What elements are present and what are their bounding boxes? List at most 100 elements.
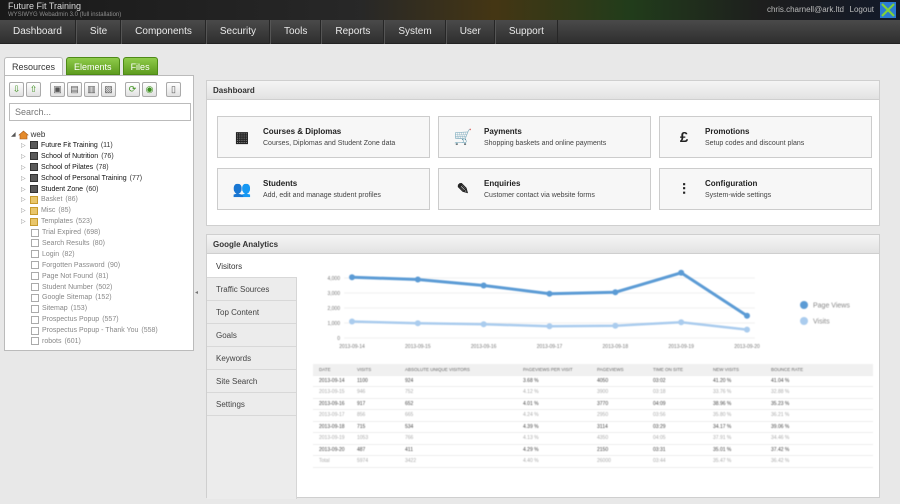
tree-item[interactable]: ▷ School of Pilates (78) xyxy=(21,162,191,173)
pound-icon: £ xyxy=(679,129,689,146)
dashboard-card-payments[interactable]: 🛒 Payments Shopping baskets and online pay… xyxy=(438,116,651,158)
analytics-nav-visitors[interactable]: Visitors xyxy=(207,255,297,278)
logout-link[interactable]: Logout xyxy=(850,5,874,14)
tree-item-label: Prospectus Popup xyxy=(42,316,100,324)
tree-item[interactable]: ▷ Future Fit Training (11) xyxy=(21,140,191,151)
table-header-cell: PAGEVIEWS xyxy=(597,367,624,372)
nav-support[interactable]: Support xyxy=(494,20,558,44)
table-header-cell: PAGEVIEWS PER VISIT xyxy=(523,367,573,372)
preview-icon[interactable]: ◉ xyxy=(142,82,157,97)
analytics-nav-traffic-sources[interactable]: Traffic Sources xyxy=(207,278,296,301)
tree-item-label: Login xyxy=(42,250,60,258)
table-cell: 4.01 % xyxy=(523,400,539,407)
move-down-icon[interactable]: ⇩ xyxy=(9,82,24,97)
new-folder-icon[interactable]: ▣ xyxy=(50,82,65,97)
table-cell: 4.12 % xyxy=(523,389,539,395)
chart-point xyxy=(480,321,487,328)
collapse-arrow-icon[interactable]: ◂ xyxy=(195,289,198,296)
refresh-icon[interactable]: ⟳ xyxy=(125,82,140,97)
analytics-nav-keywords[interactable]: Keywords xyxy=(207,347,296,370)
tree-item[interactable]: Sitemap (153) xyxy=(31,303,191,314)
analytics-nav-top-content[interactable]: Top Content xyxy=(207,301,296,324)
tree-item-count: (601) xyxy=(64,337,81,345)
folder-icon xyxy=(30,195,38,204)
tree-item-count: (81) xyxy=(95,272,109,280)
dashboard-card-promotions[interactable]: £ Promotions Setup codes and discount plan… xyxy=(659,116,872,158)
new-document-icon[interactable]: ▤ xyxy=(67,82,82,97)
expand-arrow-icon[interactable]: ▷ xyxy=(21,207,27,214)
nav-reports[interactable]: Reports xyxy=(321,20,385,44)
tree-item[interactable]: Prospectus Popup (557) xyxy=(31,314,191,325)
user-email[interactable]: chris.charnell@ark.ltd xyxy=(767,5,844,14)
tab-elements[interactable]: Elements xyxy=(66,57,120,75)
nav-site[interactable]: Site xyxy=(75,20,122,44)
table-cell: 39.06 % xyxy=(771,423,790,430)
tree-item[interactable]: Prospectus Popup - Thank You (558) xyxy=(31,325,191,336)
tree-item-label: Page Not Found xyxy=(42,272,93,280)
table-cell: 4.13 % xyxy=(523,435,539,441)
tab-resources[interactable]: Resources xyxy=(4,57,64,75)
clear-cache-icon[interactable]: ▯ xyxy=(166,82,181,97)
tree-item[interactable]: ▷ Templates (523) xyxy=(21,216,191,227)
chart-point xyxy=(546,323,553,330)
expand-arrow-icon[interactable]: ◢ xyxy=(11,131,16,138)
tree-item[interactable]: ▷ School of Nutrition (76) xyxy=(21,151,191,162)
analytics-nav-settings[interactable]: Settings xyxy=(207,393,296,416)
table-cell: 34.46 % xyxy=(771,435,790,441)
analytics-nav-goals[interactable]: Goals xyxy=(207,324,296,347)
tab-files[interactable]: Files xyxy=(122,57,158,75)
tree-item-count: (153) xyxy=(70,305,88,313)
expand-arrow-icon[interactable]: ▷ xyxy=(21,142,27,149)
tree-item[interactable]: ▷ School of Personal Training (77) xyxy=(21,173,191,184)
tree-item[interactable]: Page Not Found (81) xyxy=(31,271,191,282)
tree-root[interactable]: ◢ web xyxy=(11,129,191,140)
nav-dashboard[interactable]: Dashboard xyxy=(0,20,76,44)
expand-arrow-icon[interactable]: ▷ xyxy=(21,175,27,182)
tree-item-label: Basket xyxy=(41,196,63,204)
table-cell: 2013-09-20 xyxy=(319,446,345,453)
tree-item[interactable]: ▷ Basket (86) xyxy=(21,194,191,205)
chart-point xyxy=(744,312,750,319)
table-cell: 1100 xyxy=(357,377,368,384)
new-weblink-icon[interactable]: ▥ xyxy=(84,82,99,97)
dashboard-card-enquiries[interactable]: ✎ Enquiries Customer contact via website f… xyxy=(438,168,651,210)
dashboard-card-students[interactable]: 👥 Students Add, edit and manage student pr… xyxy=(217,168,430,210)
tree-item[interactable]: Trial Expired (698) xyxy=(31,227,191,238)
tree-item-label: Google Sitemap xyxy=(42,294,93,302)
logo-icon xyxy=(880,2,896,18)
tree-item[interactable]: Login (82) xyxy=(31,249,191,260)
tree-item-label: Trial Expired xyxy=(42,229,82,237)
tree-item[interactable]: Student Number (502) xyxy=(31,282,191,293)
expand-arrow-icon[interactable]: ▷ xyxy=(21,186,27,193)
nav-security[interactable]: Security xyxy=(205,20,270,44)
resource-sidebar: ⇩ ⇧ ▣ ▤ ▥ ▧ ⟳ ◉ ▯ ◢ web ▷ Future Fit Trai… xyxy=(4,75,194,351)
dashboard-card-description: Customer contact via website forms xyxy=(484,192,595,199)
dashboard-card-courses[interactable]: ▦ Courses & Diplomas Courses, Diplomas and… xyxy=(217,116,430,158)
table-cell: 4.40 % xyxy=(523,458,539,464)
table-cell: 35.47 % xyxy=(713,458,732,464)
expand-arrow-icon[interactable]: ▷ xyxy=(21,218,27,225)
nav-system[interactable]: System xyxy=(384,20,446,44)
analytics-nav: Visitors Traffic Sources Top Content Goals K… xyxy=(207,255,297,499)
tree-item[interactable]: ▷ Student Zone (60) xyxy=(21,184,191,195)
expand-arrow-icon[interactable]: ▷ xyxy=(21,153,27,160)
analytics-nav-site-search[interactable]: Site Search xyxy=(207,370,296,393)
tree-item[interactable]: Search Results (80) xyxy=(31,238,191,249)
nav-tools[interactable]: Tools xyxy=(269,20,322,44)
tree-item[interactable]: Forgotten Password (90) xyxy=(31,260,191,271)
tree-item[interactable]: ▷ Misc (85) xyxy=(21,205,191,216)
analytics-panel: Google Analytics Visitors Traffic Sources… xyxy=(206,234,880,499)
resource-search-input[interactable] xyxy=(9,103,191,121)
dashboard-card-configuration[interactable]: ⫶ Configuration System-wide settings xyxy=(659,168,872,210)
expand-arrow-icon[interactable]: ▷ xyxy=(21,164,27,171)
move-up-icon[interactable]: ⇧ xyxy=(26,82,41,97)
expand-arrow-icon[interactable]: ▷ xyxy=(21,196,27,203)
table-cell: 946 xyxy=(357,389,366,395)
tree-item[interactable]: robots (601) xyxy=(31,336,191,347)
visits-chart: 4,000 3,000 2,000 1,000 0 2013-09-14 2013-09-1… xyxy=(327,269,850,350)
tree-item[interactable]: Google Sitemap (152) xyxy=(31,292,191,303)
nav-components[interactable]: Components xyxy=(121,20,206,44)
nav-user[interactable]: User xyxy=(445,20,495,44)
new-static-icon[interactable]: ▧ xyxy=(101,82,116,97)
table-cell: 2013-09-17 xyxy=(319,412,345,418)
